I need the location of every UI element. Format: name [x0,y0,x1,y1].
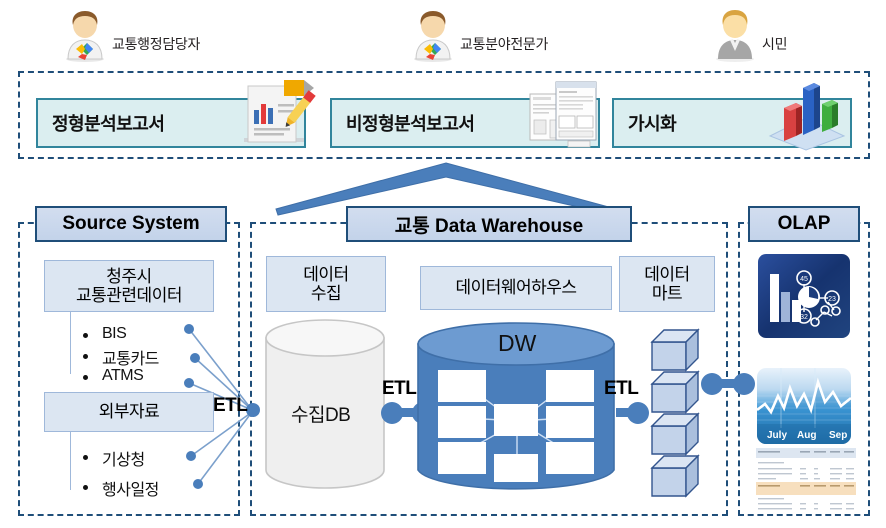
olap-badge-45: 45 [800,276,808,283]
card-structured-report[interactable]: 정형분석보고서 [36,80,316,148]
olap-dashboard-tile[interactable]: 45 23 32 [758,254,850,338]
actor-traffic-expert: 교통분야전문가 [410,6,548,62]
report-chart-pencil-icon [238,78,316,154]
group-title-line2: 교통관련데이터 [76,286,182,305]
olap-month-sep: Sep [829,430,847,441]
etl-dw-to-mart: ETL [604,378,639,399]
warehouse-title: 교통 Data Warehouse [346,206,632,242]
olap-month-july: July [767,430,787,441]
source-item-transit-card: 교통카드 [102,351,159,368]
olap-badge-23: 23 [828,296,836,303]
etl-collection-to-dw: ETL [382,378,417,399]
bullet-marker [83,354,88,359]
stage-line1: 데이터 [644,264,690,284]
bullet-marker [83,333,88,338]
stage-data-mart: 데이터 마트 [619,256,715,312]
stage-line2: 마트 [651,284,683,303]
stage-line1: 데이터 [303,264,349,284]
olap-badge-32: 32 [800,314,808,321]
olap-trend-tile[interactable]: July Aug Sep [757,368,851,444]
card-label: 비정형분석보고서 [346,114,475,134]
group-title-line1: 외부자료 [98,402,160,422]
source-item-atms: ATMS [102,367,144,384]
3d-bar-chart-icon [762,74,848,151]
title-text: OLAP [777,213,831,234]
etl-source-to-collection: ETL [213,395,248,416]
olap-table-tile[interactable] [756,448,856,514]
actor-traffic-admin: 교통행정담당자 [62,6,200,62]
stage-line2: 수집 [310,284,342,303]
source-group-cheongju-title: 청주시 교통관련데이터 [44,260,214,312]
bullet-marker [83,375,88,380]
card-label: 가시화 [628,114,677,134]
card-label: 정형분석보고서 [52,114,165,134]
source-group2-rule [70,432,71,490]
etl-dw-mart-connector [604,398,649,428]
dw-label: DW [498,330,537,356]
mart-to-olap-connector [700,369,756,399]
source-system-title: Source System [35,206,227,242]
data-mart-cubes [650,328,712,500]
source-group1-rule [70,312,71,374]
stage-line1: 데이터웨어하우스 [455,278,577,298]
card-unstructured-report[interactable]: 비정형분석보고서 [330,81,600,148]
title-text: 교통 Data Warehouse [394,215,584,237]
bullet-marker [83,455,88,460]
bullet-marker [83,485,88,490]
source-item-bis: BIS [102,325,127,342]
stage-data-collection: 데이터 수집 [266,256,386,312]
stage-data-warehouse: 데이터웨어하우스 [420,266,612,310]
user-avatar-blue-icon [62,6,108,62]
actor-citizen: 시민 [712,6,787,62]
collection-db-label: 수집DB [291,405,351,426]
actor-label: 교통분야전문가 [460,36,549,52]
user-avatar-blue-icon [410,6,456,62]
olap-month-aug: Aug [797,430,816,441]
olap-title: OLAP [748,206,860,242]
actor-label: 교통행정담당자 [112,36,201,52]
screenshot-window-icon [528,80,598,152]
group-title-line1: 청주시 [106,266,152,286]
source-item-weather: 기상청 [102,452,145,469]
user-avatar-grey-icon [712,6,758,62]
source-item-events: 행사일정 [102,482,159,499]
title-text: Source System [62,213,200,234]
card-visualization[interactable]: 가시화 [612,83,852,151]
source-group-external-title: 외부자료 [44,392,214,432]
actor-label: 시민 [762,36,788,52]
